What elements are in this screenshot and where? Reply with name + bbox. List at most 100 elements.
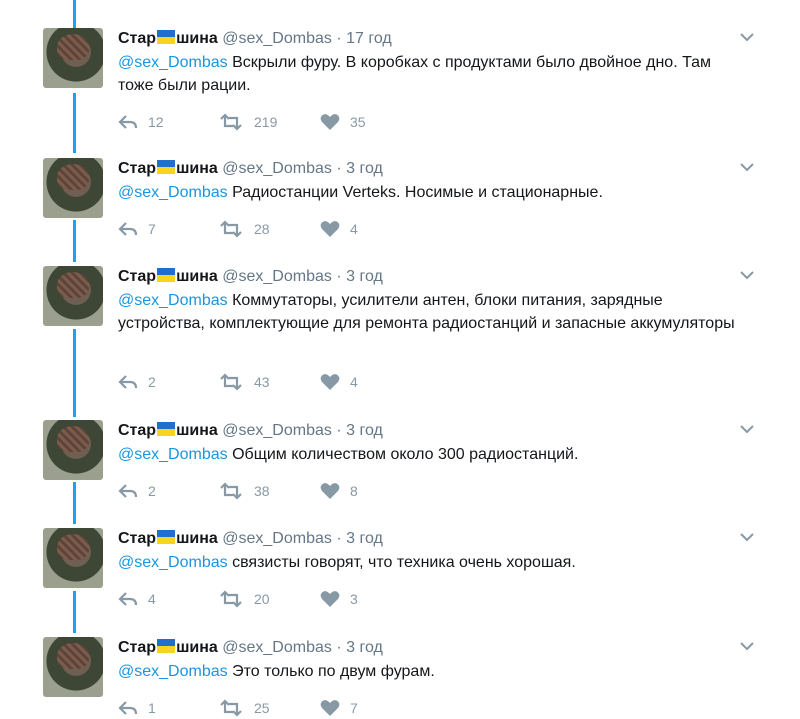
avatar[interactable] bbox=[43, 637, 103, 697]
reply-count: 12 bbox=[148, 114, 164, 130]
timestamp[interactable]: 3 год bbox=[346, 639, 383, 656]
tweet-text: @sex_Dombas Радиостанции Verteks. Носимы… bbox=[118, 184, 603, 201]
avatar[interactable] bbox=[43, 528, 103, 588]
ukraine-flag-icon bbox=[157, 160, 176, 174]
thread-line bbox=[73, 482, 76, 524]
heart-icon bbox=[320, 374, 340, 390]
separator-dot: · bbox=[336, 160, 342, 177]
reply-button[interactable]: 1 bbox=[118, 697, 156, 719]
thread-line bbox=[73, 329, 76, 417]
avatar[interactable] bbox=[43, 28, 103, 88]
tweet-text: @sex_Dombas Общим количеством около 300 … bbox=[118, 446, 579, 463]
retweet-button[interactable]: 38 bbox=[218, 480, 270, 502]
tweet-text: @sex_Dombas Коммутаторы, усилители антен… bbox=[118, 292, 735, 332]
reply-icon bbox=[118, 592, 138, 606]
timestamp[interactable]: 3 год bbox=[346, 268, 383, 285]
retweet-button[interactable]: 43 bbox=[218, 371, 270, 393]
user-handle[interactable]: @sex_Dombas bbox=[222, 160, 332, 177]
chevron-down-icon[interactable] bbox=[740, 424, 754, 434]
user-name[interactable]: Стар шина bbox=[118, 30, 218, 47]
thread-line bbox=[73, 93, 76, 153]
like-button[interactable]: 35 bbox=[320, 111, 366, 133]
mention-link[interactable]: @sex_Dombas bbox=[118, 446, 228, 463]
retweet-icon bbox=[220, 482, 242, 500]
retweet-count: 38 bbox=[254, 483, 270, 499]
avatar[interactable] bbox=[43, 158, 103, 218]
tweet-header: Стар шина @sex_Dombas · 3 год bbox=[118, 528, 383, 550]
user-name[interactable]: Стар шина bbox=[118, 639, 218, 656]
user-handle[interactable]: @sex_Dombas bbox=[222, 268, 332, 285]
retweet-button[interactable]: 20 bbox=[218, 588, 270, 610]
timestamp[interactable]: 17 год bbox=[346, 30, 392, 47]
retweet-icon bbox=[220, 699, 242, 717]
like-button[interactable]: 8 bbox=[320, 480, 358, 502]
mention-link[interactable]: @sex_Dombas bbox=[118, 54, 228, 71]
retweet-icon bbox=[220, 590, 242, 608]
retweet-button[interactable]: 25 bbox=[218, 697, 270, 719]
reply-icon bbox=[118, 484, 138, 498]
chevron-down-icon[interactable] bbox=[740, 270, 754, 280]
heart-icon bbox=[320, 483, 340, 499]
reply-count: 1 bbox=[148, 700, 156, 716]
user-name[interactable]: Стар шина bbox=[118, 530, 218, 547]
like-button[interactable]: 4 bbox=[320, 218, 358, 240]
like-count: 4 bbox=[350, 221, 358, 237]
user-name[interactable]: Стар шина bbox=[118, 422, 218, 439]
like-button[interactable]: 7 bbox=[320, 697, 358, 719]
user-handle[interactable]: @sex_Dombas bbox=[222, 639, 332, 656]
timestamp[interactable]: 3 год bbox=[346, 530, 383, 547]
like-count: 3 bbox=[350, 591, 358, 607]
chevron-down-icon[interactable] bbox=[740, 532, 754, 542]
reply-icon bbox=[118, 701, 138, 715]
like-count: 35 bbox=[350, 114, 366, 130]
tweet-text: @sex_Dombas Вскрыли фуру. В коробках с п… bbox=[118, 54, 712, 94]
timestamp[interactable]: 3 год bbox=[346, 160, 383, 177]
reply-button[interactable]: 12 bbox=[118, 111, 164, 133]
separator-dot: · bbox=[336, 639, 342, 656]
mention-link[interactable]: @sex_Dombas bbox=[118, 554, 228, 571]
mention-link[interactable]: @sex_Dombas bbox=[118, 663, 228, 680]
retweet-icon bbox=[220, 113, 242, 131]
retweet-count: 20 bbox=[254, 591, 270, 607]
mention-link[interactable]: @sex_Dombas bbox=[118, 184, 228, 201]
like-count: 8 bbox=[350, 483, 358, 499]
retweet-button[interactable]: 28 bbox=[218, 218, 270, 240]
like-count: 4 bbox=[350, 374, 358, 390]
tweet-header: Стар шина @sex_Dombas · 17 год bbox=[118, 28, 392, 50]
timestamp[interactable]: 3 год bbox=[346, 422, 383, 439]
like-button[interactable]: 3 bbox=[320, 588, 358, 610]
chevron-down-icon[interactable] bbox=[740, 162, 754, 172]
chevron-down-icon[interactable] bbox=[740, 641, 754, 651]
tweet-header: Стар шина @sex_Dombas · 3 год bbox=[118, 420, 383, 442]
user-handle[interactable]: @sex_Dombas bbox=[222, 30, 332, 47]
mention-link[interactable]: @sex_Dombas bbox=[118, 292, 228, 309]
avatar[interactable] bbox=[43, 420, 103, 480]
heart-icon bbox=[320, 114, 340, 130]
reply-button[interactable]: 2 bbox=[118, 371, 156, 393]
user-name[interactable]: Стар шина bbox=[118, 160, 218, 177]
avatar[interactable] bbox=[43, 266, 103, 326]
tweet-text: @sex_Dombas Это только по двум фурам. bbox=[118, 663, 435, 680]
separator-dot: · bbox=[336, 530, 342, 547]
ukraine-flag-icon bbox=[157, 422, 176, 436]
reply-icon bbox=[118, 375, 138, 389]
tweet-header: Стар шина @sex_Dombas · 3 год bbox=[118, 266, 383, 288]
tweet-header: Стар шина @sex_Dombas · 3 год bbox=[118, 637, 383, 659]
user-name[interactable]: Стар шина bbox=[118, 268, 218, 285]
reply-count: 2 bbox=[148, 483, 156, 499]
reply-button[interactable]: 4 bbox=[118, 588, 156, 610]
heart-icon bbox=[320, 591, 340, 607]
separator-dot: · bbox=[336, 30, 342, 47]
reply-count: 2 bbox=[148, 374, 156, 390]
retweet-icon bbox=[220, 373, 242, 391]
user-handle[interactable]: @sex_Dombas bbox=[222, 422, 332, 439]
reply-button[interactable]: 2 bbox=[118, 480, 156, 502]
retweet-count: 43 bbox=[254, 374, 270, 390]
ukraine-flag-icon bbox=[157, 30, 176, 44]
reply-button[interactable]: 7 bbox=[118, 218, 156, 240]
chevron-down-icon[interactable] bbox=[740, 32, 754, 42]
user-handle[interactable]: @sex_Dombas bbox=[222, 530, 332, 547]
retweet-button[interactable]: 219 bbox=[218, 111, 277, 133]
separator-dot: · bbox=[336, 268, 342, 285]
like-button[interactable]: 4 bbox=[320, 371, 358, 393]
